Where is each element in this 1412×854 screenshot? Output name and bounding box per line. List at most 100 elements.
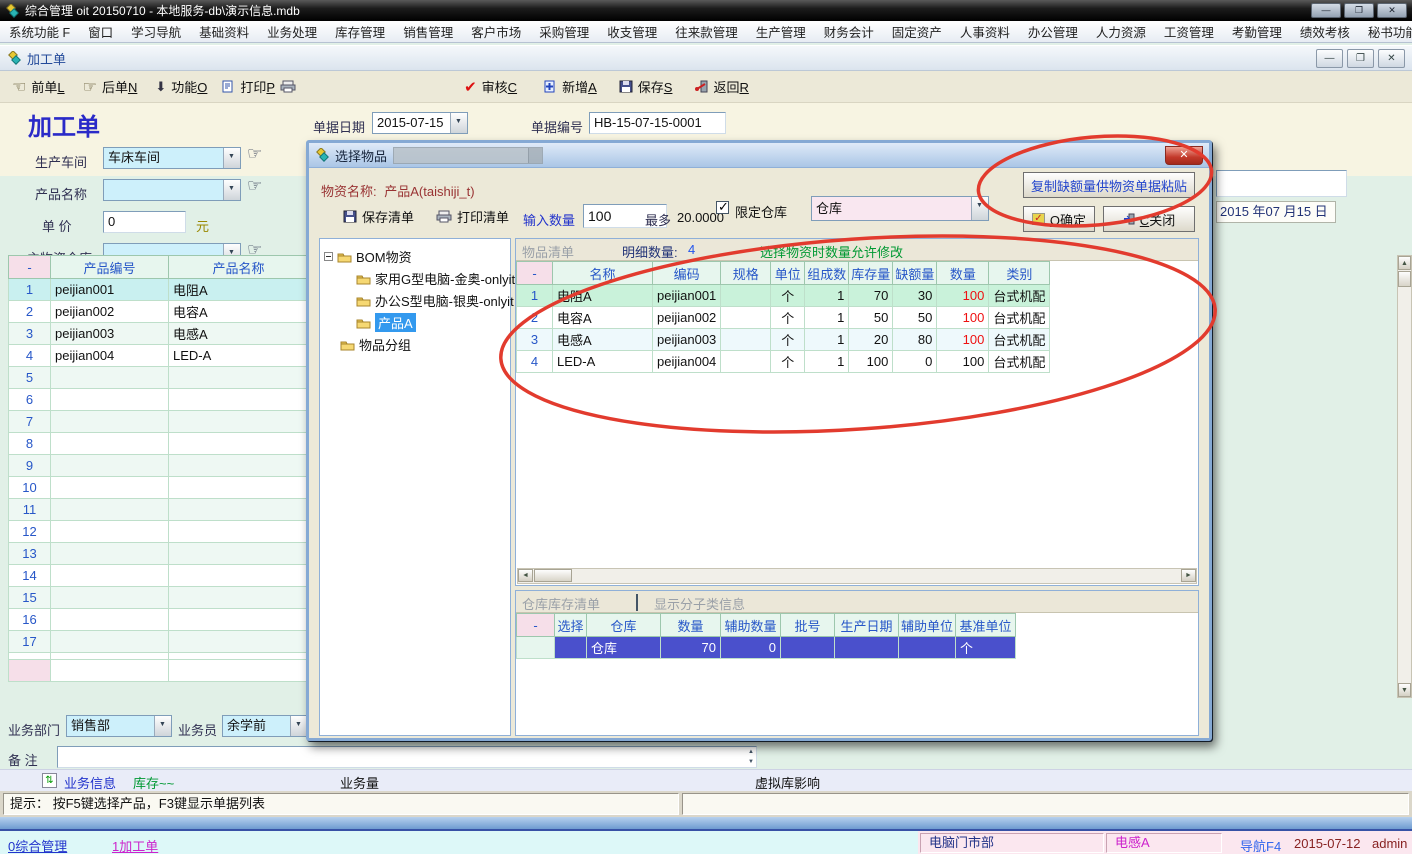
- table-row[interactable]: 15: [9, 587, 309, 609]
- table-row[interactable]: 16: [9, 609, 309, 631]
- table-row[interactable]: 12: [9, 521, 309, 543]
- table-row[interactable]: 10: [9, 477, 309, 499]
- chevron-down-icon[interactable]: [154, 716, 171, 736]
- close-dialog-button[interactable]: C关闭: [1103, 206, 1195, 232]
- menu-item[interactable]: 工资管理: [1155, 22, 1223, 41]
- tree-node-selected[interactable]: 产品A: [356, 313, 416, 332]
- next-doc-button[interactable]: ☞ 后单N: [83, 77, 138, 97]
- function-menu-button[interactable]: ⬇ 功能O: [155, 77, 207, 96]
- cn-date-field[interactable]: 2015 年07 月15 日: [1216, 201, 1336, 223]
- table-row[interactable]: 1电阻Apeijian001个17030100台式机配: [517, 285, 1050, 307]
- copy-shortage-button[interactable]: 复制缺额量供物资单据粘贴: [1023, 172, 1195, 198]
- menu-item[interactable]: 库存管理: [326, 22, 394, 41]
- scroll-down-icon[interactable]: ▼: [1398, 683, 1411, 697]
- tree-collapse-icon[interactable]: [324, 252, 333, 261]
- clerk-select[interactable]: 余学前: [222, 715, 308, 737]
- menu-item[interactable]: 学习导航: [122, 22, 190, 41]
- tree-node-groups[interactable]: 物品分组: [340, 335, 411, 354]
- scroll-right-icon[interactable]: ►: [1181, 569, 1196, 582]
- table-row[interactable]: 4peijian004LED-A: [9, 345, 309, 367]
- table-row[interactable]: 7: [9, 411, 309, 433]
- close-icon[interactable]: ✕: [1377, 3, 1407, 18]
- table-row[interactable]: 2peijian002电容A: [9, 301, 309, 323]
- back-button[interactable]: 返回R: [694, 77, 748, 96]
- product-select[interactable]: [103, 179, 241, 201]
- picker-finger-icon[interactable]: [247, 176, 262, 196]
- print-list-button[interactable]: 打印清单: [436, 207, 509, 226]
- status-nav-doc[interactable]: 1加工单: [112, 836, 158, 854]
- tree-node-child[interactable]: 办公S型电脑-银奥-onlyit: [356, 291, 514, 310]
- table-row[interactable]: 5: [9, 367, 309, 389]
- show-subclass-checkbox[interactable]: [636, 594, 638, 611]
- chevron-down-icon[interactable]: [223, 148, 240, 168]
- menu-item[interactable]: 业务处理: [258, 22, 326, 41]
- status-nav-f4[interactable]: 导航F4: [1240, 836, 1281, 854]
- audit-button[interactable]: ✔ 审核C: [464, 77, 517, 96]
- scroll-up-icon[interactable]: ▲: [1398, 256, 1411, 270]
- menu-item[interactable]: 人事资料: [951, 22, 1019, 41]
- table-row[interactable]: 17: [9, 631, 309, 653]
- print-button[interactable]: 打印P: [221, 77, 296, 96]
- prev-doc-button[interactable]: ☜ 前单L: [12, 77, 65, 97]
- table-row[interactable]: 2电容Apeijian002个15050100台式机配: [517, 307, 1050, 329]
- mdi-restore-icon[interactable]: ❐: [1347, 49, 1374, 68]
- dialog-close-icon[interactable]: ✕: [1165, 146, 1203, 165]
- restore-icon[interactable]: ❐: [1344, 3, 1374, 18]
- tree-node-root[interactable]: BOM物资: [324, 247, 412, 266]
- warehouse-select[interactable]: 仓库: [811, 196, 989, 221]
- menu-item[interactable]: 往来款管理: [666, 22, 747, 41]
- save-list-button[interactable]: 保存清单: [343, 207, 414, 226]
- menu-item[interactable]: 系统功能 F: [0, 22, 79, 41]
- vertical-scrollbar[interactable]: ▲ ▼: [1397, 255, 1412, 698]
- chevron-down-icon[interactable]: [223, 180, 240, 200]
- mdi-minimize-icon[interactable]: —: [1316, 49, 1343, 68]
- scroll-thumb[interactable]: [534, 569, 572, 582]
- menu-item[interactable]: 考勤管理: [1223, 22, 1291, 41]
- menu-item[interactable]: 销售管理: [394, 22, 462, 41]
- background-field-input[interactable]: [1216, 170, 1347, 197]
- scroll-thumb[interactable]: [1398, 271, 1411, 287]
- picker-finger-icon[interactable]: [247, 144, 262, 164]
- table-row[interactable]: 3peijian003电感A: [9, 323, 309, 345]
- ok-button[interactable]: ✓ O确定: [1023, 206, 1095, 232]
- table-row[interactable]: 3电感Apeijian003个12080100台式机配: [517, 329, 1050, 351]
- dept-select[interactable]: 销售部: [66, 715, 172, 737]
- workshop-select[interactable]: 车床车间: [103, 147, 241, 169]
- chevron-down-icon[interactable]: [450, 113, 467, 133]
- table-row[interactable]: 6: [9, 389, 309, 411]
- doc-date-select[interactable]: 2015-07-15: [372, 112, 468, 134]
- menu-item[interactable]: 秘书功能: [1359, 22, 1412, 41]
- menu-item[interactable]: 窗口: [79, 22, 122, 41]
- table-row[interactable]: 13: [9, 543, 309, 565]
- menu-item[interactable]: 绩效考核: [1291, 22, 1359, 41]
- menu-item[interactable]: 生产管理: [747, 22, 815, 41]
- table-row[interactable]: 1peijian001电阻A: [9, 279, 309, 301]
- menu-item[interactable]: 人力资源: [1087, 22, 1155, 41]
- menu-item[interactable]: 采购管理: [530, 22, 598, 41]
- menu-item[interactable]: 财务会计: [815, 22, 883, 41]
- business-info-link[interactable]: 业务信息: [64, 773, 116, 792]
- dialog-titlebar[interactable]: 选择物品 ✕: [309, 143, 1209, 168]
- status-nav-main[interactable]: 0综合管理: [8, 836, 67, 854]
- chevron-down-icon[interactable]: [290, 716, 307, 736]
- scroll-left-icon[interactable]: ◄: [518, 569, 533, 582]
- remark-input[interactable]: [57, 746, 757, 768]
- mdi-close-icon[interactable]: ✕: [1378, 49, 1405, 68]
- menu-item[interactable]: 收支管理: [598, 22, 666, 41]
- tree-node-child[interactable]: 家用G型电脑-金奥-onlyit: [356, 269, 515, 288]
- save-button[interactable]: 保存S: [619, 77, 673, 96]
- minimize-icon[interactable]: —: [1311, 3, 1341, 18]
- table-row[interactable]: 8: [9, 433, 309, 455]
- menu-item[interactable]: 办公管理: [1019, 22, 1087, 41]
- menu-item[interactable]: 基础资料: [190, 22, 258, 41]
- chevron-down-icon[interactable]: [971, 197, 988, 220]
- unit-price-input[interactable]: 0: [103, 211, 186, 233]
- add-new-button[interactable]: 新增A: [543, 77, 597, 96]
- table-row[interactable]: 14: [9, 565, 309, 587]
- table-row[interactable]: 4LED-Apeijian004个11000100台式机配: [517, 351, 1050, 373]
- table-row[interactable]: 11: [9, 499, 309, 521]
- limit-warehouse-checkbox[interactable]: [716, 201, 729, 214]
- refresh-icon[interactable]: ⇅: [42, 773, 57, 788]
- items-horizontal-scrollbar[interactable]: ◄ ►: [517, 568, 1197, 584]
- stock-row[interactable]: 仓库 70 0 个: [517, 637, 1016, 659]
